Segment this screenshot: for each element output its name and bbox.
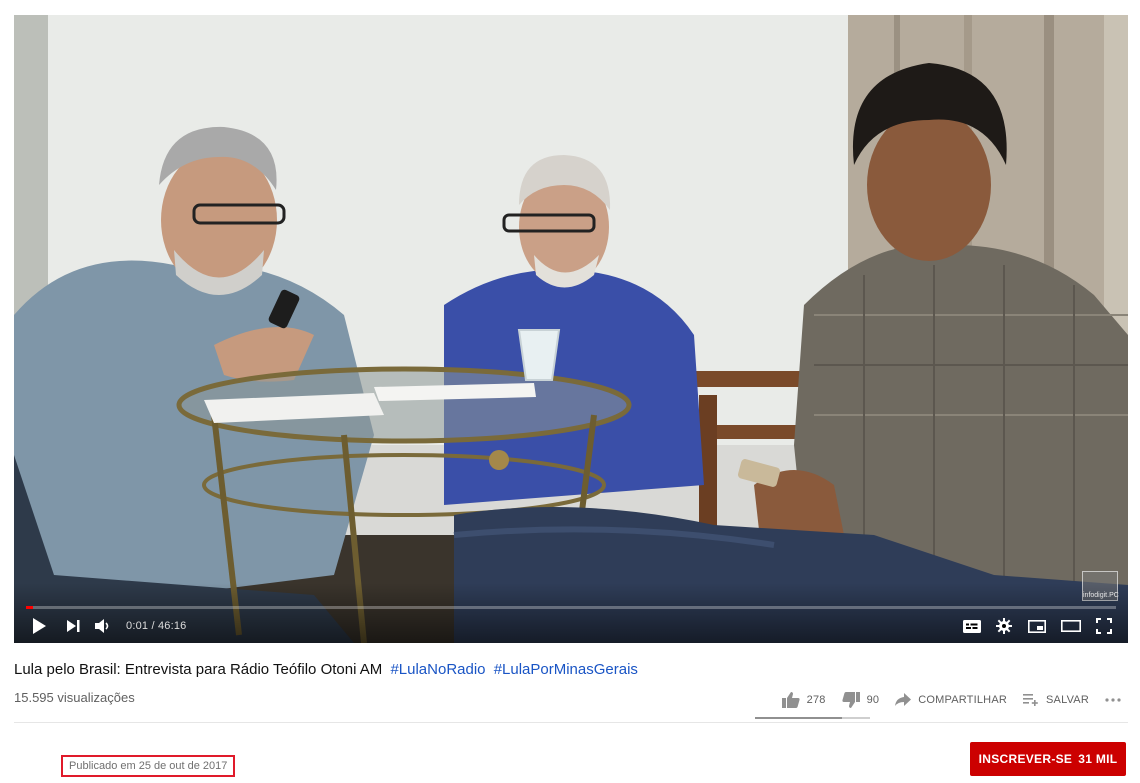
more-horizontal-icon <box>1105 698 1121 702</box>
miniplayer-icon[interactable] <box>1026 614 1048 638</box>
video-player[interactable]: infodigit.PC 0:01 / 46:16 <box>14 15 1128 643</box>
hashtag-link[interactable]: #LulaNoRadio <box>390 661 485 678</box>
fullscreen-icon[interactable] <box>1094 614 1114 638</box>
subscribe-button[interactable]: INSCREVER-SE 31 MIL <box>970 742 1126 776</box>
subscriber-count: 31 MIL <box>1078 752 1118 766</box>
share-button[interactable]: COMPARTILHAR <box>895 693 1007 707</box>
subtitles-icon[interactable] <box>962 614 982 638</box>
volume-icon[interactable] <box>92 614 114 638</box>
play-icon[interactable] <box>28 614 50 638</box>
controls-right <box>962 614 1114 638</box>
share-arrow-icon <box>895 693 912 706</box>
sentiment-bar <box>755 717 870 719</box>
thumbs-up-icon <box>781 692 800 708</box>
sentiment-like-fill <box>755 717 842 719</box>
subscribe-label: INSCREVER-SE <box>978 752 1073 766</box>
view-count: 15.595 visualizações <box>14 690 135 705</box>
hashtag-link[interactable]: #LulaPorMinasGerais <box>494 661 638 678</box>
like-button[interactable]: 278 <box>781 692 826 708</box>
divider <box>14 722 1128 723</box>
video-title-text: Lula pelo Brasil: Entrevista para Rádio … <box>14 661 383 678</box>
save-label: SALVAR <box>1046 694 1089 706</box>
add-to-playlist-icon <box>1023 694 1038 706</box>
publish-date: Publicado em 25 de out de 2017 <box>61 755 236 777</box>
video-frame <box>14 15 1128 643</box>
watch-page: infodigit.PC 0:01 / 46:16 <box>0 0 1140 783</box>
share-label: COMPARTILHAR <box>918 694 1008 706</box>
video-title: Lula pelo Brasil: Entrevista para Rádio … <box>14 661 638 678</box>
player-controls: 0:01 / 46:16 <box>14 609 1128 643</box>
thumbs-down-icon <box>841 692 860 708</box>
like-count: 278 <box>806 694 826 706</box>
time-display: 0:01 / 46:16 <box>126 620 187 632</box>
more-actions-button[interactable] <box>1105 698 1128 702</box>
dislike-button[interactable]: 90 <box>841 692 880 708</box>
next-icon[interactable] <box>60 614 88 638</box>
theater-mode-icon[interactable] <box>1060 614 1082 638</box>
dislike-count: 90 <box>866 694 880 706</box>
save-button[interactable]: SALVAR <box>1023 694 1089 706</box>
settings-gear-icon[interactable] <box>994 614 1014 638</box>
video-actions: 278 90 COMPARTILHAR SALVAR <box>766 690 1128 710</box>
